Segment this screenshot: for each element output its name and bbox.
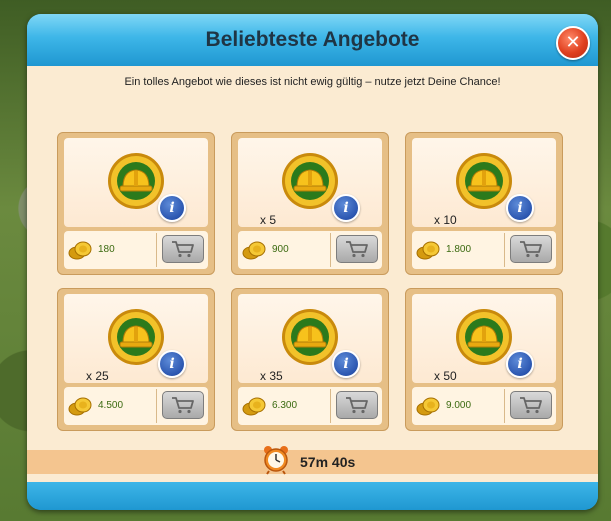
hard-hat-coin-icon (108, 309, 164, 365)
offer-card: i x 5 900 (231, 132, 389, 275)
info-button[interactable]: i (158, 350, 186, 378)
offer-quantity: x 25 (86, 369, 109, 383)
info-button[interactable]: i (158, 194, 186, 222)
offer-card: i x 25 4.500 (57, 288, 215, 431)
offer-quantity: x 50 (434, 369, 457, 383)
offer-item-area: i x 5 (238, 138, 382, 227)
offer-item-area: i x 35 (238, 294, 382, 383)
info-button[interactable]: i (506, 350, 534, 378)
offer-price: 900 (272, 244, 289, 255)
hard-hat-coin-icon (456, 153, 512, 209)
shopping-cart-icon (520, 241, 542, 258)
offers-dialog: Beliebteste Angebote ✕ Ein tolles Angebo… (27, 14, 598, 510)
hard-hat-coin-icon (282, 153, 338, 209)
buy-button[interactable] (510, 391, 552, 419)
buy-button[interactable] (162, 391, 204, 419)
shopping-cart-icon (172, 397, 194, 414)
buy-button[interactable] (162, 235, 204, 263)
dialog-header: Beliebteste Angebote ✕ (27, 14, 598, 66)
offer-price: 4.500 (98, 400, 124, 411)
dialog-title: Beliebteste Angebote (205, 28, 420, 51)
offer-item-area: i (64, 138, 208, 227)
offer-price: 6.300 (272, 400, 298, 411)
buy-button[interactable] (336, 235, 378, 263)
info-button[interactable]: i (506, 194, 534, 222)
alarm-clock-icon (264, 446, 288, 475)
divider (330, 389, 331, 423)
offer-item-area: i x 50 (412, 294, 556, 383)
offer-price-row: 9.000 (412, 387, 556, 425)
close-button[interactable]: ✕ (556, 26, 590, 60)
offer-price-row: 6.300 (238, 387, 382, 425)
shopping-cart-icon (172, 241, 194, 258)
offer-price-row: 4.500 (64, 387, 208, 425)
coins-icon (68, 397, 92, 416)
divider (156, 233, 157, 267)
offer-quantity: x 35 (260, 369, 283, 383)
timer-bar: 57m 40s (27, 446, 598, 475)
offer-price: 1.800 (446, 244, 472, 255)
divider (504, 389, 505, 423)
buy-button[interactable] (510, 235, 552, 263)
coins-icon (68, 241, 92, 260)
offer-item-area: i x 10 (412, 138, 556, 227)
countdown-timer: 57m 40s (300, 454, 356, 470)
coins-icon (242, 241, 266, 260)
offer-price: 180 (98, 244, 115, 255)
shopping-cart-icon (520, 397, 542, 414)
offer-card: i x 35 6.300 (231, 288, 389, 431)
offer-price-row: 180 (64, 231, 208, 269)
offer-item-area: i x 25 (64, 294, 208, 383)
divider (156, 389, 157, 423)
hard-hat-coin-icon (282, 309, 338, 365)
offer-card: i 180 (57, 132, 215, 275)
coins-icon (416, 241, 440, 260)
offer-card: i x 50 9.000 (405, 288, 563, 431)
divider (504, 233, 505, 267)
info-button[interactable]: i (332, 350, 360, 378)
dialog-subtitle: Ein tolles Angebot wie dieses ist nicht … (124, 76, 501, 88)
buy-button[interactable] (336, 391, 378, 419)
coins-icon (416, 397, 440, 416)
offer-price-row: 1.800 (412, 231, 556, 269)
offer-price: 9.000 (446, 400, 472, 411)
hard-hat-coin-icon (456, 309, 512, 365)
shopping-cart-icon (346, 241, 368, 258)
divider (330, 233, 331, 267)
offer-card: i x 10 1.800 (405, 132, 563, 275)
close-icon: ✕ (565, 32, 581, 53)
offer-price-row: 900 (238, 231, 382, 269)
coins-icon (242, 397, 266, 416)
info-button[interactable]: i (332, 194, 360, 222)
offer-quantity: x 10 (434, 213, 457, 227)
dialog-content: Ein tolles Angebot wie dieses ist nicht … (27, 66, 598, 482)
shopping-cart-icon (346, 397, 368, 414)
offer-quantity: x 5 (260, 213, 277, 227)
hard-hat-coin-icon (108, 153, 164, 209)
dialog-footer (27, 482, 598, 510)
